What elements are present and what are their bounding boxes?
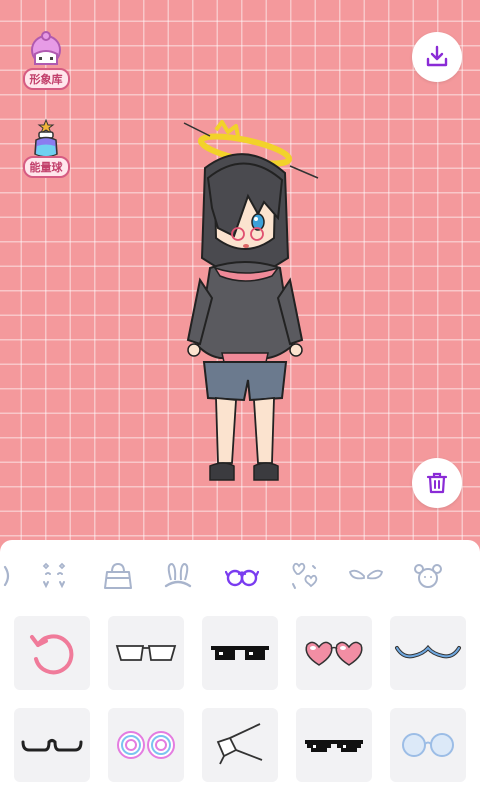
item-wave-glasses[interactable] xyxy=(390,616,466,690)
tab-bag[interactable] xyxy=(100,558,136,594)
item-reset[interactable] xyxy=(14,616,90,690)
monocle-frame-icon xyxy=(216,723,263,765)
avatar-canvas: 形象库 能量球 xyxy=(0,0,480,545)
pixel-sunglasses-icon xyxy=(211,646,269,660)
tab-bunny-ears[interactable] xyxy=(160,558,196,594)
item-rimless-glasses[interactable] xyxy=(108,616,184,690)
tab-glasses[interactable] xyxy=(224,558,260,594)
category-tabs xyxy=(0,540,480,614)
energy-ball-label: 能量球 xyxy=(22,156,70,178)
avatar-library-button[interactable]: 形象库 xyxy=(18,30,74,90)
heart-sunglasses-icon xyxy=(305,641,363,666)
tab-face-decoration[interactable] xyxy=(36,558,72,594)
hearts-icon xyxy=(292,562,318,589)
item-half-rim-glasses[interactable] xyxy=(14,708,90,782)
item-heart-sunglasses[interactable] xyxy=(296,616,372,690)
bear-ears-icon xyxy=(414,564,442,588)
item-pixel-sunglasses[interactable] xyxy=(202,616,278,690)
download-button[interactable] xyxy=(412,32,462,82)
round-blue-glasses-icon xyxy=(402,733,454,757)
glasses-icon xyxy=(225,569,259,587)
arc-icon xyxy=(3,565,10,587)
sparkle-decoration-icon xyxy=(42,562,66,589)
download-icon xyxy=(426,45,448,67)
tab-partial[interactable] xyxy=(0,558,14,594)
accessory-panel xyxy=(0,540,480,800)
avatar-library-label: 形象库 xyxy=(22,68,70,90)
wave-glasses-icon xyxy=(395,644,461,659)
pixel-shades-icon xyxy=(305,740,363,752)
energy-ball-button[interactable]: 能量球 xyxy=(18,118,74,178)
item-pixel-shades[interactable] xyxy=(296,708,372,782)
trash-icon xyxy=(426,472,448,494)
item-monocle-frame[interactable] xyxy=(202,708,278,782)
bunny-ears-icon xyxy=(164,562,192,588)
delete-button[interactable] xyxy=(412,458,462,508)
tab-hearts[interactable] xyxy=(286,558,322,594)
item-round-blue-glasses[interactable] xyxy=(390,708,466,782)
reset-icon xyxy=(30,634,74,675)
item-swirl-glasses[interactable] xyxy=(108,708,184,782)
avatar-character xyxy=(183,120,319,481)
tab-wings[interactable] xyxy=(348,558,384,594)
tab-bear-ears[interactable] xyxy=(410,558,446,594)
rimless-glasses-icon xyxy=(115,645,177,661)
handbag-icon xyxy=(104,562,132,589)
half-rim-glasses-icon xyxy=(21,739,83,752)
wings-icon xyxy=(348,569,384,580)
swirl-glasses-icon xyxy=(117,731,175,759)
